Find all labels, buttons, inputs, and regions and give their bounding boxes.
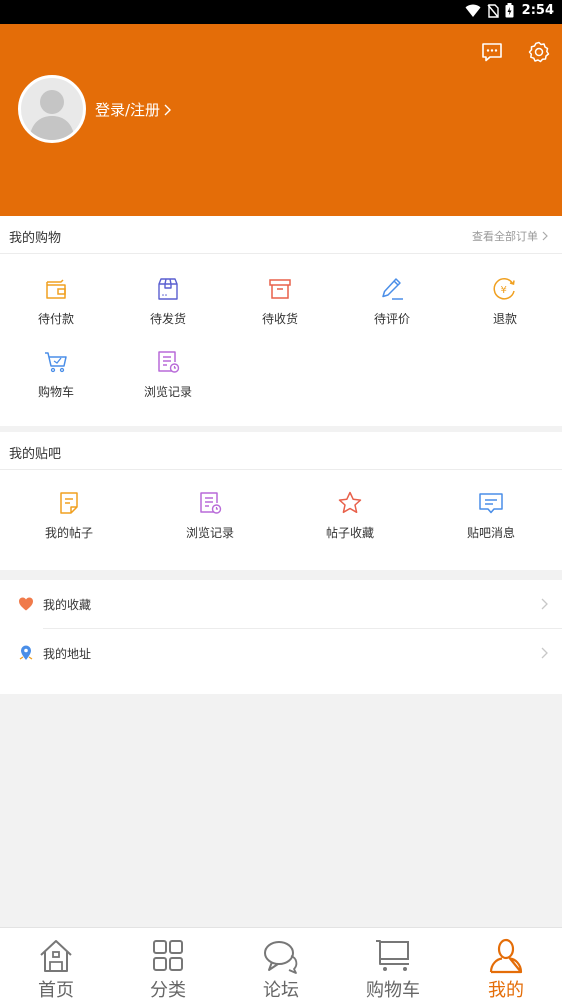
settings-list: 我的收藏 我的地址 xyxy=(0,580,562,694)
grid-label: 待发货 xyxy=(149,312,186,326)
history-icon xyxy=(158,351,180,373)
package-icon xyxy=(158,278,178,300)
grid-label: 退款 xyxy=(492,312,517,326)
tab-cart[interactable]: 购物车 xyxy=(353,938,433,999)
tab-label: 论坛 xyxy=(263,980,299,999)
tab-label: 我的 xyxy=(488,980,524,999)
grid-icon xyxy=(153,940,183,971)
pen-icon xyxy=(382,278,403,300)
my-posts-button[interactable]: 我的帖子 xyxy=(29,490,109,541)
refund-button[interactable]: ¥ 退款 xyxy=(465,276,545,327)
tieba-history-button[interactable]: 浏览记录 xyxy=(170,490,250,541)
chevron-right-icon xyxy=(541,598,548,610)
tab-category[interactable]: 分类 xyxy=(128,938,208,999)
chevron-right-icon xyxy=(541,647,548,659)
cart-icon xyxy=(45,352,67,373)
message-icon[interactable] xyxy=(480,40,504,64)
post-icon xyxy=(60,492,78,514)
list-item-label: 我的收藏 xyxy=(43,598,92,612)
chevron-right-icon xyxy=(164,104,172,115)
svg-text:¥: ¥ xyxy=(501,285,507,296)
profile-header: 登录/注册 xyxy=(0,24,562,216)
tab-forum[interactable]: 论坛 xyxy=(241,938,321,999)
browse-history-button[interactable]: 浏览记录 xyxy=(128,349,208,400)
my-tieba-header: 我的贴吧 xyxy=(0,432,562,470)
bottom-tab-bar: 首页 分类 论坛 购物车 我的 xyxy=(0,927,562,999)
no-sim-icon xyxy=(487,3,499,18)
avatar[interactable] xyxy=(18,75,86,143)
battery-icon xyxy=(505,3,514,18)
gear-icon[interactable] xyxy=(527,40,551,64)
grid-label: 待收货 xyxy=(261,312,298,326)
tab-home[interactable]: 首页 xyxy=(16,938,96,999)
grid-label: 待付款 xyxy=(37,312,74,326)
history-icon xyxy=(200,492,222,514)
status-icons: 2:54 xyxy=(465,3,554,18)
star-icon xyxy=(338,491,362,514)
default-avatar-icon xyxy=(29,90,75,140)
post-favorites-button[interactable]: 帖子收藏 xyxy=(310,490,390,541)
pending-shipment-button[interactable]: 待发货 xyxy=(128,276,208,327)
grid-label: 浏览记录 xyxy=(143,385,192,399)
tab-mine[interactable]: 我的 xyxy=(466,938,546,999)
tab-label: 分类 xyxy=(150,980,186,999)
refund-icon: ¥ xyxy=(493,278,515,300)
grid-label: 浏览记录 xyxy=(185,526,234,540)
login-register-link[interactable]: 登录/注册 xyxy=(95,99,172,120)
status-bar: 2:54 xyxy=(0,0,562,24)
cart-icon xyxy=(376,940,409,971)
my-shopping-panel: 我的购物 查看全部订单 待付款 待发货 待收货 待评价 ¥ 退款 购物车 浏览记… xyxy=(0,216,562,426)
heart-icon xyxy=(19,597,33,611)
wifi-icon xyxy=(465,4,481,17)
login-label: 登录/注册 xyxy=(95,101,161,119)
tieba-messages-button[interactable]: 贴吧消息 xyxy=(451,490,531,541)
view-all-orders-label: 查看全部订单 xyxy=(472,230,538,243)
grid-label: 待评价 xyxy=(373,312,410,326)
grid-label: 贴吧消息 xyxy=(466,526,515,540)
pending-receipt-button[interactable]: 待收货 xyxy=(240,276,320,327)
pending-review-button[interactable]: 待评价 xyxy=(352,276,432,327)
location-icon xyxy=(19,645,33,660)
chevron-right-icon xyxy=(542,231,548,241)
cart-button[interactable]: 购物车 xyxy=(16,349,96,400)
grid-label: 购物车 xyxy=(37,385,74,399)
my-tieba-panel: 我的贴吧 我的帖子 浏览记录 帖子收藏 贴吧消息 xyxy=(0,432,562,570)
my-address-row[interactable]: 我的地址 xyxy=(0,629,562,677)
tab-label: 首页 xyxy=(38,980,74,999)
list-item-label: 我的地址 xyxy=(43,647,92,661)
section-title: 我的贴吧 xyxy=(9,447,62,462)
grid-label: 帖子收藏 xyxy=(325,526,374,540)
section-title: 我的购物 xyxy=(9,231,62,246)
box-icon xyxy=(269,279,291,299)
pending-payment-button[interactable]: 待付款 xyxy=(16,276,96,327)
my-favorites-row[interactable]: 我的收藏 xyxy=(0,580,562,628)
grid-label: 我的帖子 xyxy=(44,526,93,540)
wallet-icon xyxy=(46,279,66,299)
view-all-orders-link[interactable]: 查看全部订单 xyxy=(472,228,548,244)
chat-icon xyxy=(264,941,298,974)
tab-label: 购物车 xyxy=(366,980,420,999)
clock: 2:54 xyxy=(521,3,554,18)
home-icon xyxy=(40,940,72,972)
message-icon xyxy=(479,493,503,514)
my-shopping-header: 我的购物 查看全部订单 xyxy=(0,216,562,254)
user-icon xyxy=(489,938,523,974)
